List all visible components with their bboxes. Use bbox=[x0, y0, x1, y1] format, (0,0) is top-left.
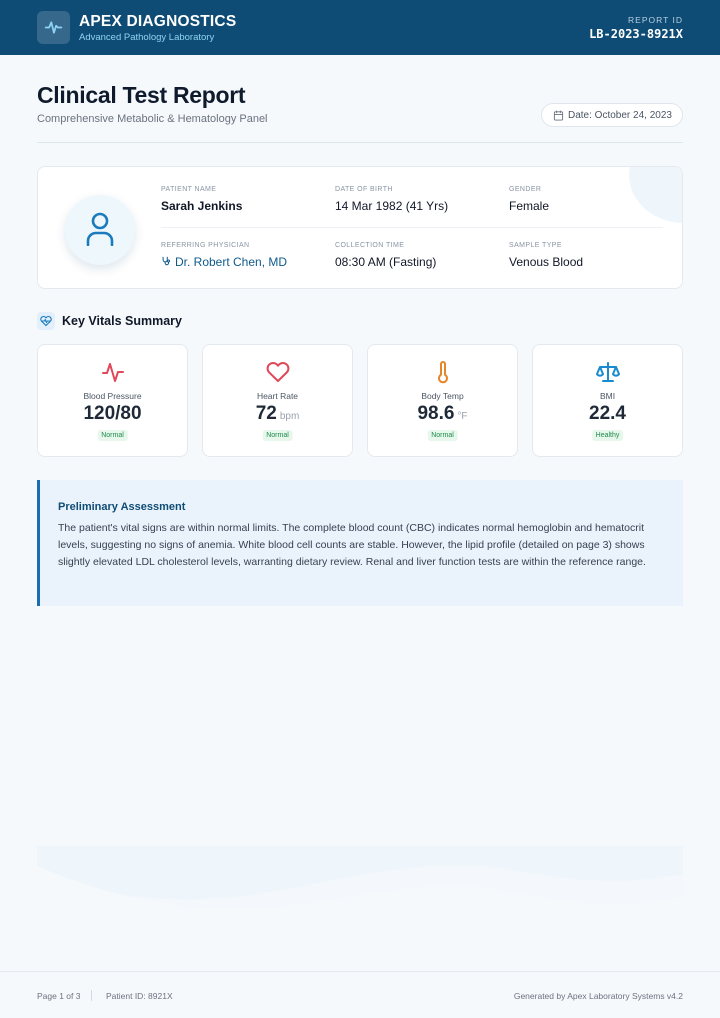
assessment-panel: Preliminary Assessment The patient's vit… bbox=[37, 480, 683, 606]
sample-type-label: SAMPLE TYPE bbox=[509, 242, 562, 249]
status-badge: Normal bbox=[427, 430, 458, 441]
vital-unit: °F bbox=[457, 411, 468, 422]
assessment-body: The patient's vital signs are within nor… bbox=[58, 522, 646, 568]
vital-label: Heart Rate bbox=[256, 391, 299, 401]
brand-name: APEX DIAGNOSTICS bbox=[79, 13, 237, 30]
footer-patient-id: Patient ID: 8921X bbox=[106, 991, 173, 1001]
vital-value: 98.6 °F bbox=[417, 403, 468, 424]
footer-separator bbox=[91, 990, 92, 1001]
card-divider bbox=[161, 227, 663, 228]
calendar-icon bbox=[553, 110, 564, 121]
section-icon-box bbox=[37, 312, 55, 330]
report-id-label: REPORT ID bbox=[628, 15, 683, 25]
vital-label: BMI bbox=[599, 391, 616, 401]
activity-icon bbox=[102, 363, 124, 382]
page-number: Page 1 of 3 bbox=[37, 991, 81, 1001]
pulse-icon bbox=[44, 21, 63, 34]
vital-unit: bpm bbox=[279, 411, 300, 422]
heart-icon bbox=[266, 362, 290, 382]
thermometer-icon bbox=[438, 361, 448, 384]
vital-label: Blood Pressure bbox=[83, 391, 142, 401]
avatar bbox=[65, 195, 135, 265]
footer-generated: Generated by Apex Laboratory Systems v4.… bbox=[513, 991, 683, 1001]
assessment-title: Preliminary Assessment bbox=[58, 501, 186, 513]
vital-label: Body Temp bbox=[421, 391, 464, 401]
dob-value: 14 Mar 1982 (41 Yrs) bbox=[335, 199, 449, 213]
patient-info-card: PATIENT NAME Sarah Jenkins DATE OF BIRTH… bbox=[37, 166, 683, 289]
vitals-section-title: Key Vitals Summary bbox=[62, 314, 182, 328]
status-badge: Normal bbox=[97, 430, 128, 441]
physician-label: REFERRING PHYSICIAN bbox=[161, 242, 250, 249]
report-id-value: LB-2023-8921X bbox=[589, 27, 683, 41]
sample-type-value: Venous Blood bbox=[509, 255, 584, 269]
dob-label: DATE OF BIRTH bbox=[335, 186, 393, 193]
physician-link[interactable]: Dr. Robert Chen, MD bbox=[175, 255, 287, 269]
report-date: Date: October 24, 2023 bbox=[568, 110, 672, 121]
report-date-badge: Date: October 24, 2023 bbox=[541, 103, 683, 127]
footer-divider bbox=[0, 971, 720, 972]
vital-value: 120/80 bbox=[83, 403, 142, 424]
page-title: Clinical Test Report bbox=[37, 82, 246, 108]
page-subtitle: Comprehensive Metabolic & Hematology Pan… bbox=[37, 113, 268, 125]
gender-value: Female bbox=[509, 199, 550, 213]
patient-name: Sarah Jenkins bbox=[161, 199, 243, 213]
heart-pulse-icon bbox=[40, 315, 52, 327]
vital-value: 22.4 bbox=[589, 403, 626, 424]
status-badge: Healthy bbox=[591, 430, 624, 441]
patient-name-label: PATIENT NAME bbox=[161, 186, 217, 193]
logo bbox=[37, 11, 70, 44]
vital-card-body-temp: Body Temp 98.6 °F Normal bbox=[367, 344, 518, 457]
collection-time-value: 08:30 AM (Fasting) bbox=[335, 255, 437, 269]
decorative-wave bbox=[37, 846, 683, 920]
brand-tagline: Advanced Pathology Laboratory bbox=[79, 32, 215, 43]
card-decoration bbox=[629, 167, 682, 223]
vital-card-heart-rate: Heart Rate 72 bpm Normal bbox=[202, 344, 353, 457]
report-header: APEX DIAGNOSTICS Advanced Pathology Labo… bbox=[0, 0, 720, 55]
stethoscope-icon bbox=[162, 256, 171, 266]
title-divider bbox=[37, 142, 683, 143]
collection-time-label: COLLECTION TIME bbox=[335, 242, 405, 249]
scale-icon bbox=[596, 362, 620, 382]
vital-value: 72 bpm bbox=[255, 403, 300, 424]
vital-card-bmi: BMI 22.4 Healthy bbox=[532, 344, 683, 457]
gender-label: GENDER bbox=[509, 186, 542, 193]
vital-card-blood-pressure: Blood Pressure 120/80 Normal bbox=[37, 344, 188, 457]
status-badge: Normal bbox=[262, 430, 293, 441]
user-icon bbox=[86, 212, 114, 246]
